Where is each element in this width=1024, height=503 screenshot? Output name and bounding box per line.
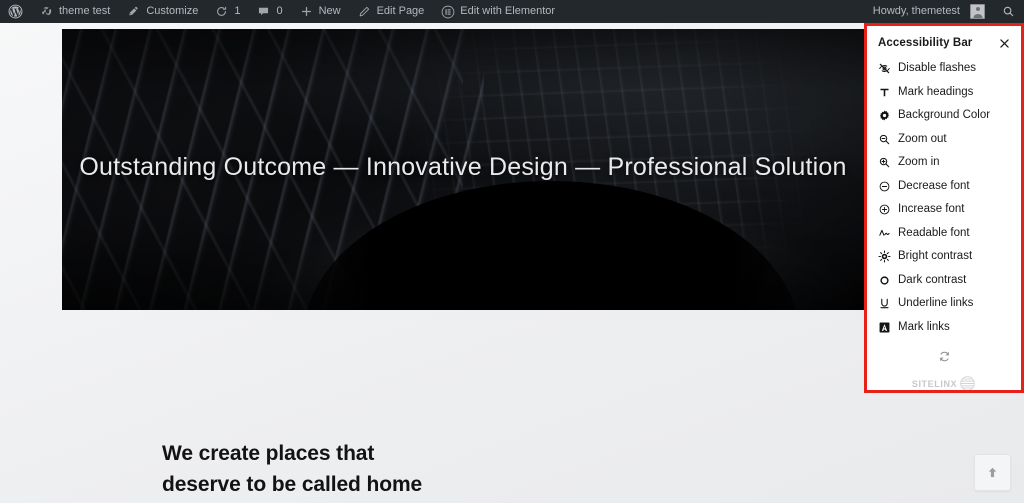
underline-u-icon (878, 297, 891, 310)
a11y-option-label: Mark links (898, 320, 950, 333)
tagline-block: We create places that deserve to be call… (162, 438, 422, 500)
a11y-option-zoom-out[interactable]: Zoom out (867, 128, 1021, 152)
updates-menu[interactable]: 1 (206, 0, 248, 23)
scroll-to-top-button[interactable] (974, 454, 1011, 491)
moon-contrast-icon (878, 274, 891, 287)
accessibility-bar-panel: Accessibility Bar Disable flashes Mark h… (864, 23, 1024, 393)
sitelinx-brand-label: SITELINX (911, 378, 958, 389)
a11y-option-label: Increase font (898, 203, 965, 215)
edit-page-menu[interactable]: Edit Page (349, 0, 433, 23)
pencil-edit-icon (357, 4, 372, 19)
plus-circle-icon (878, 203, 891, 216)
edit-page-label: Edit Page (376, 5, 425, 17)
dashboard-home-icon (39, 4, 54, 19)
customize-menu[interactable]: Customize (118, 0, 206, 23)
text-heading-icon (878, 86, 891, 99)
a11y-option-zoom-in[interactable]: Zoom in (867, 151, 1021, 175)
accessibility-panel-title: Accessibility Bar (878, 37, 973, 49)
eye-slash-icon (878, 62, 891, 75)
minus-circle-icon (878, 180, 891, 193)
pencil-customize-icon (126, 4, 141, 19)
hero-heading: Outstanding Outcome — Innovative Design … (79, 153, 847, 181)
my-account-menu[interactable]: Howdy, themetest (865, 0, 993, 23)
updates-count: 1 (234, 5, 241, 17)
admin-bar-spacer (563, 0, 865, 23)
close-icon[interactable] (996, 35, 1012, 51)
arrow-up-icon (985, 465, 1000, 480)
comments-count: 0 (276, 5, 283, 17)
a11y-option-label: Zoom out (898, 132, 947, 145)
accessibility-panel-header: Accessibility Bar (867, 26, 1021, 51)
site-name-menu[interactable]: theme test (31, 0, 118, 23)
sitelinx-brand[interactable]: SITELINX (867, 375, 1021, 390)
new-content-menu[interactable]: New (291, 0, 349, 23)
zoom-in-icon (878, 156, 891, 169)
a11y-option-label: Decrease font (898, 179, 970, 192)
wp-admin-bar: theme test Customize 1 0 New Edit Page E… (0, 0, 1024, 23)
zoom-out-icon (878, 133, 891, 146)
sitelinx-globe-icon (959, 375, 976, 390)
a11y-option-disable-flashes[interactable]: Disable flashes (867, 57, 1021, 81)
a11y-option-label: Background Color (898, 109, 991, 121)
a11y-option-label: Disable flashes (898, 62, 976, 74)
tagline-line-1: We create places that (162, 442, 375, 465)
admin-bar-right-group: Howdy, themetest (865, 0, 1024, 23)
a11y-option-background-color[interactable]: Background Color (867, 104, 1021, 128)
a11y-option-mark-links[interactable]: Mark links (867, 316, 1021, 340)
a11y-option-label: Underline links (898, 297, 974, 309)
plus-icon (299, 4, 314, 19)
updates-icon (214, 4, 229, 19)
a11y-option-label: Readable font (898, 226, 970, 239)
comments-menu[interactable]: 0 (248, 0, 290, 23)
edit-with-elementor-menu[interactable]: Edit with Elementor (432, 0, 563, 23)
wp-logo-menu[interactable] (0, 0, 31, 23)
a11y-option-increase-font[interactable]: Increase font (867, 198, 1021, 222)
a11y-option-decrease-font[interactable]: Decrease font (867, 175, 1021, 199)
wave-font-icon (878, 227, 891, 240)
gear-icon (878, 109, 891, 122)
a11y-option-label: Zoom in (898, 156, 940, 168)
elementor-icon (440, 4, 455, 19)
a11y-option-dark-contrast[interactable]: Dark contrast (867, 269, 1021, 293)
avatar (970, 4, 985, 19)
tagline-line-2: deserve to be called home (162, 473, 423, 497)
site-name-label: theme test (59, 5, 111, 17)
a11y-option-bright-contrast[interactable]: Bright contrast (867, 245, 1021, 269)
admin-bar-search-button[interactable] (993, 0, 1024, 23)
a11y-option-label: Bright contrast (898, 250, 973, 262)
new-content-label: New (318, 5, 341, 17)
a11y-option-label: Mark headings (898, 85, 974, 98)
customize-label: Customize (146, 5, 199, 17)
a11y-option-underline-links[interactable]: Underline links (867, 292, 1021, 316)
search-icon (1001, 4, 1016, 19)
sun-contrast-icon (878, 250, 891, 263)
a11y-option-label: Dark contrast (898, 273, 967, 286)
a11y-option-mark-headings[interactable]: Mark headings (867, 81, 1021, 105)
hero-section: Outstanding Outcome — Innovative Design … (62, 29, 864, 310)
accessibility-options-list: Disable flashes Mark headings Background… (867, 57, 1021, 339)
mark-links-a-icon (878, 321, 891, 334)
reset-refresh-icon[interactable] (867, 347, 1021, 365)
howdy-label: Howdy, themetest (872, 5, 960, 17)
wordpress-logo-icon (8, 4, 23, 19)
edit-with-elementor-label: Edit with Elementor (460, 5, 556, 17)
comment-bubble-icon (256, 4, 271, 19)
a11y-option-readable-font[interactable]: Readable font (867, 222, 1021, 246)
